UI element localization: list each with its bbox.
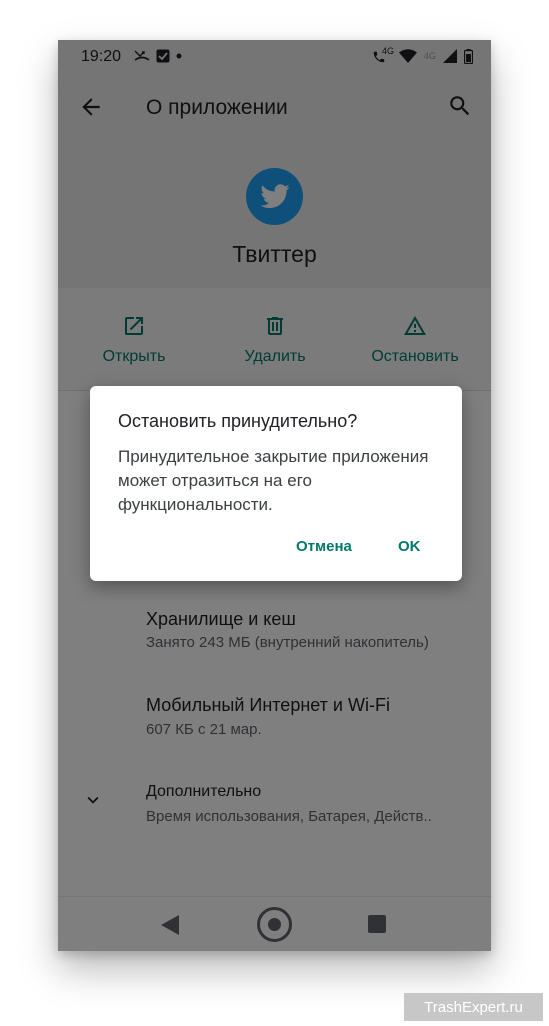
force-stop-dialog: Остановить принудительно? Принудительное… xyxy=(90,386,462,581)
dialog-message: Принудительное закрытие приложения может… xyxy=(118,447,429,514)
ok-button[interactable]: OK xyxy=(398,538,421,555)
cancel-button[interactable]: Отмена xyxy=(296,538,352,555)
watermark: TrashExpert.ru xyxy=(404,993,543,1021)
dialog-title: Остановить принудительно? xyxy=(118,411,358,431)
phone-screen: 19:20 4G 4G xyxy=(58,40,491,951)
